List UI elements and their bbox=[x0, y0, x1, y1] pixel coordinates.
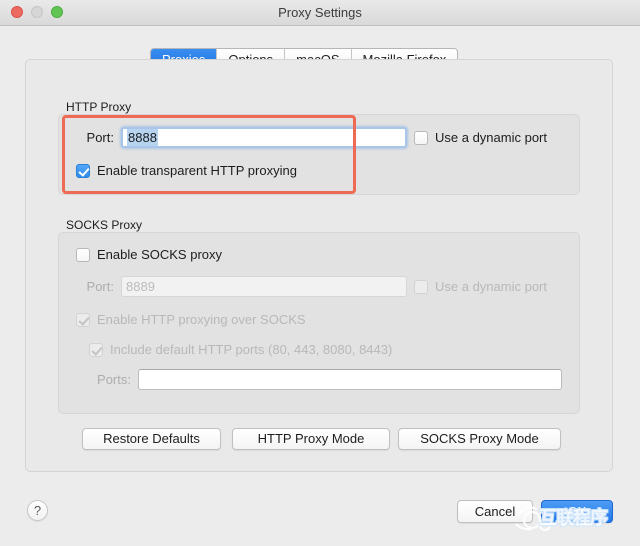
socks-dynamic-port-label: Use a dynamic port bbox=[435, 279, 547, 294]
http-transparent-proxying-checkbox[interactable]: Enable transparent HTTP proxying bbox=[76, 163, 297, 178]
socks-ports-label: Ports: bbox=[85, 372, 131, 387]
socks-ports-row: Ports: bbox=[85, 369, 562, 390]
http-proxy-group-label: HTTP Proxy bbox=[66, 100, 131, 114]
socks-http-over-socks-label: Enable HTTP proxying over SOCKS bbox=[97, 312, 306, 327]
http-transparent-proxying-label: Enable transparent HTTP proxying bbox=[97, 163, 297, 178]
socks-port-row: Port: 8889 bbox=[76, 276, 407, 297]
socks-default-ports-checkbox[interactable]: Include default HTTP ports (80, 443, 808… bbox=[89, 342, 392, 357]
checkbox-checked-icon bbox=[89, 343, 103, 357]
window-title: Proxy Settings bbox=[0, 0, 640, 26]
socks-proxy-group-label: SOCKS Proxy bbox=[66, 218, 142, 232]
socks-ports-input[interactable] bbox=[138, 369, 562, 390]
cancel-button[interactable]: Cancel bbox=[457, 500, 533, 523]
http-port-value: 8888 bbox=[127, 129, 158, 146]
http-dynamic-port-checkbox[interactable]: Use a dynamic port bbox=[414, 130, 547, 145]
socks-dynamic-port-checkbox[interactable]: Use a dynamic port bbox=[414, 279, 547, 294]
checkbox-box-icon bbox=[414, 131, 428, 145]
checkbox-box-icon bbox=[414, 280, 428, 294]
http-port-input[interactable]: 8888 bbox=[121, 127, 407, 148]
checkbox-box-icon bbox=[76, 248, 90, 262]
window-titlebar: Proxy Settings bbox=[0, 0, 640, 26]
http-dynamic-port-label: Use a dynamic port bbox=[435, 130, 547, 145]
checkbox-checked-icon bbox=[76, 164, 90, 178]
restore-defaults-button[interactable]: Restore Defaults bbox=[82, 428, 221, 450]
checkbox-checked-icon bbox=[76, 313, 90, 327]
socks-enable-label: Enable SOCKS proxy bbox=[97, 247, 222, 262]
socks-proxy-mode-button[interactable]: SOCKS Proxy Mode bbox=[398, 428, 561, 450]
socks-enable-checkbox[interactable]: Enable SOCKS proxy bbox=[76, 247, 222, 262]
socks-port-label: Port: bbox=[76, 279, 114, 294]
socks-default-ports-label: Include default HTTP ports (80, 443, 808… bbox=[110, 342, 392, 357]
http-port-row: Port: 8888 bbox=[76, 127, 407, 148]
socks-port-value: 8889 bbox=[126, 279, 155, 294]
socks-port-input[interactable]: 8889 bbox=[121, 276, 407, 297]
http-port-label: Port: bbox=[76, 130, 114, 145]
http-proxy-mode-button[interactable]: HTTP Proxy Mode bbox=[232, 428, 390, 450]
socks-http-over-socks-checkbox[interactable]: Enable HTTP proxying over SOCKS bbox=[76, 312, 306, 327]
ok-button[interactable]: OK bbox=[541, 500, 613, 523]
help-button[interactable]: ? bbox=[27, 500, 48, 521]
